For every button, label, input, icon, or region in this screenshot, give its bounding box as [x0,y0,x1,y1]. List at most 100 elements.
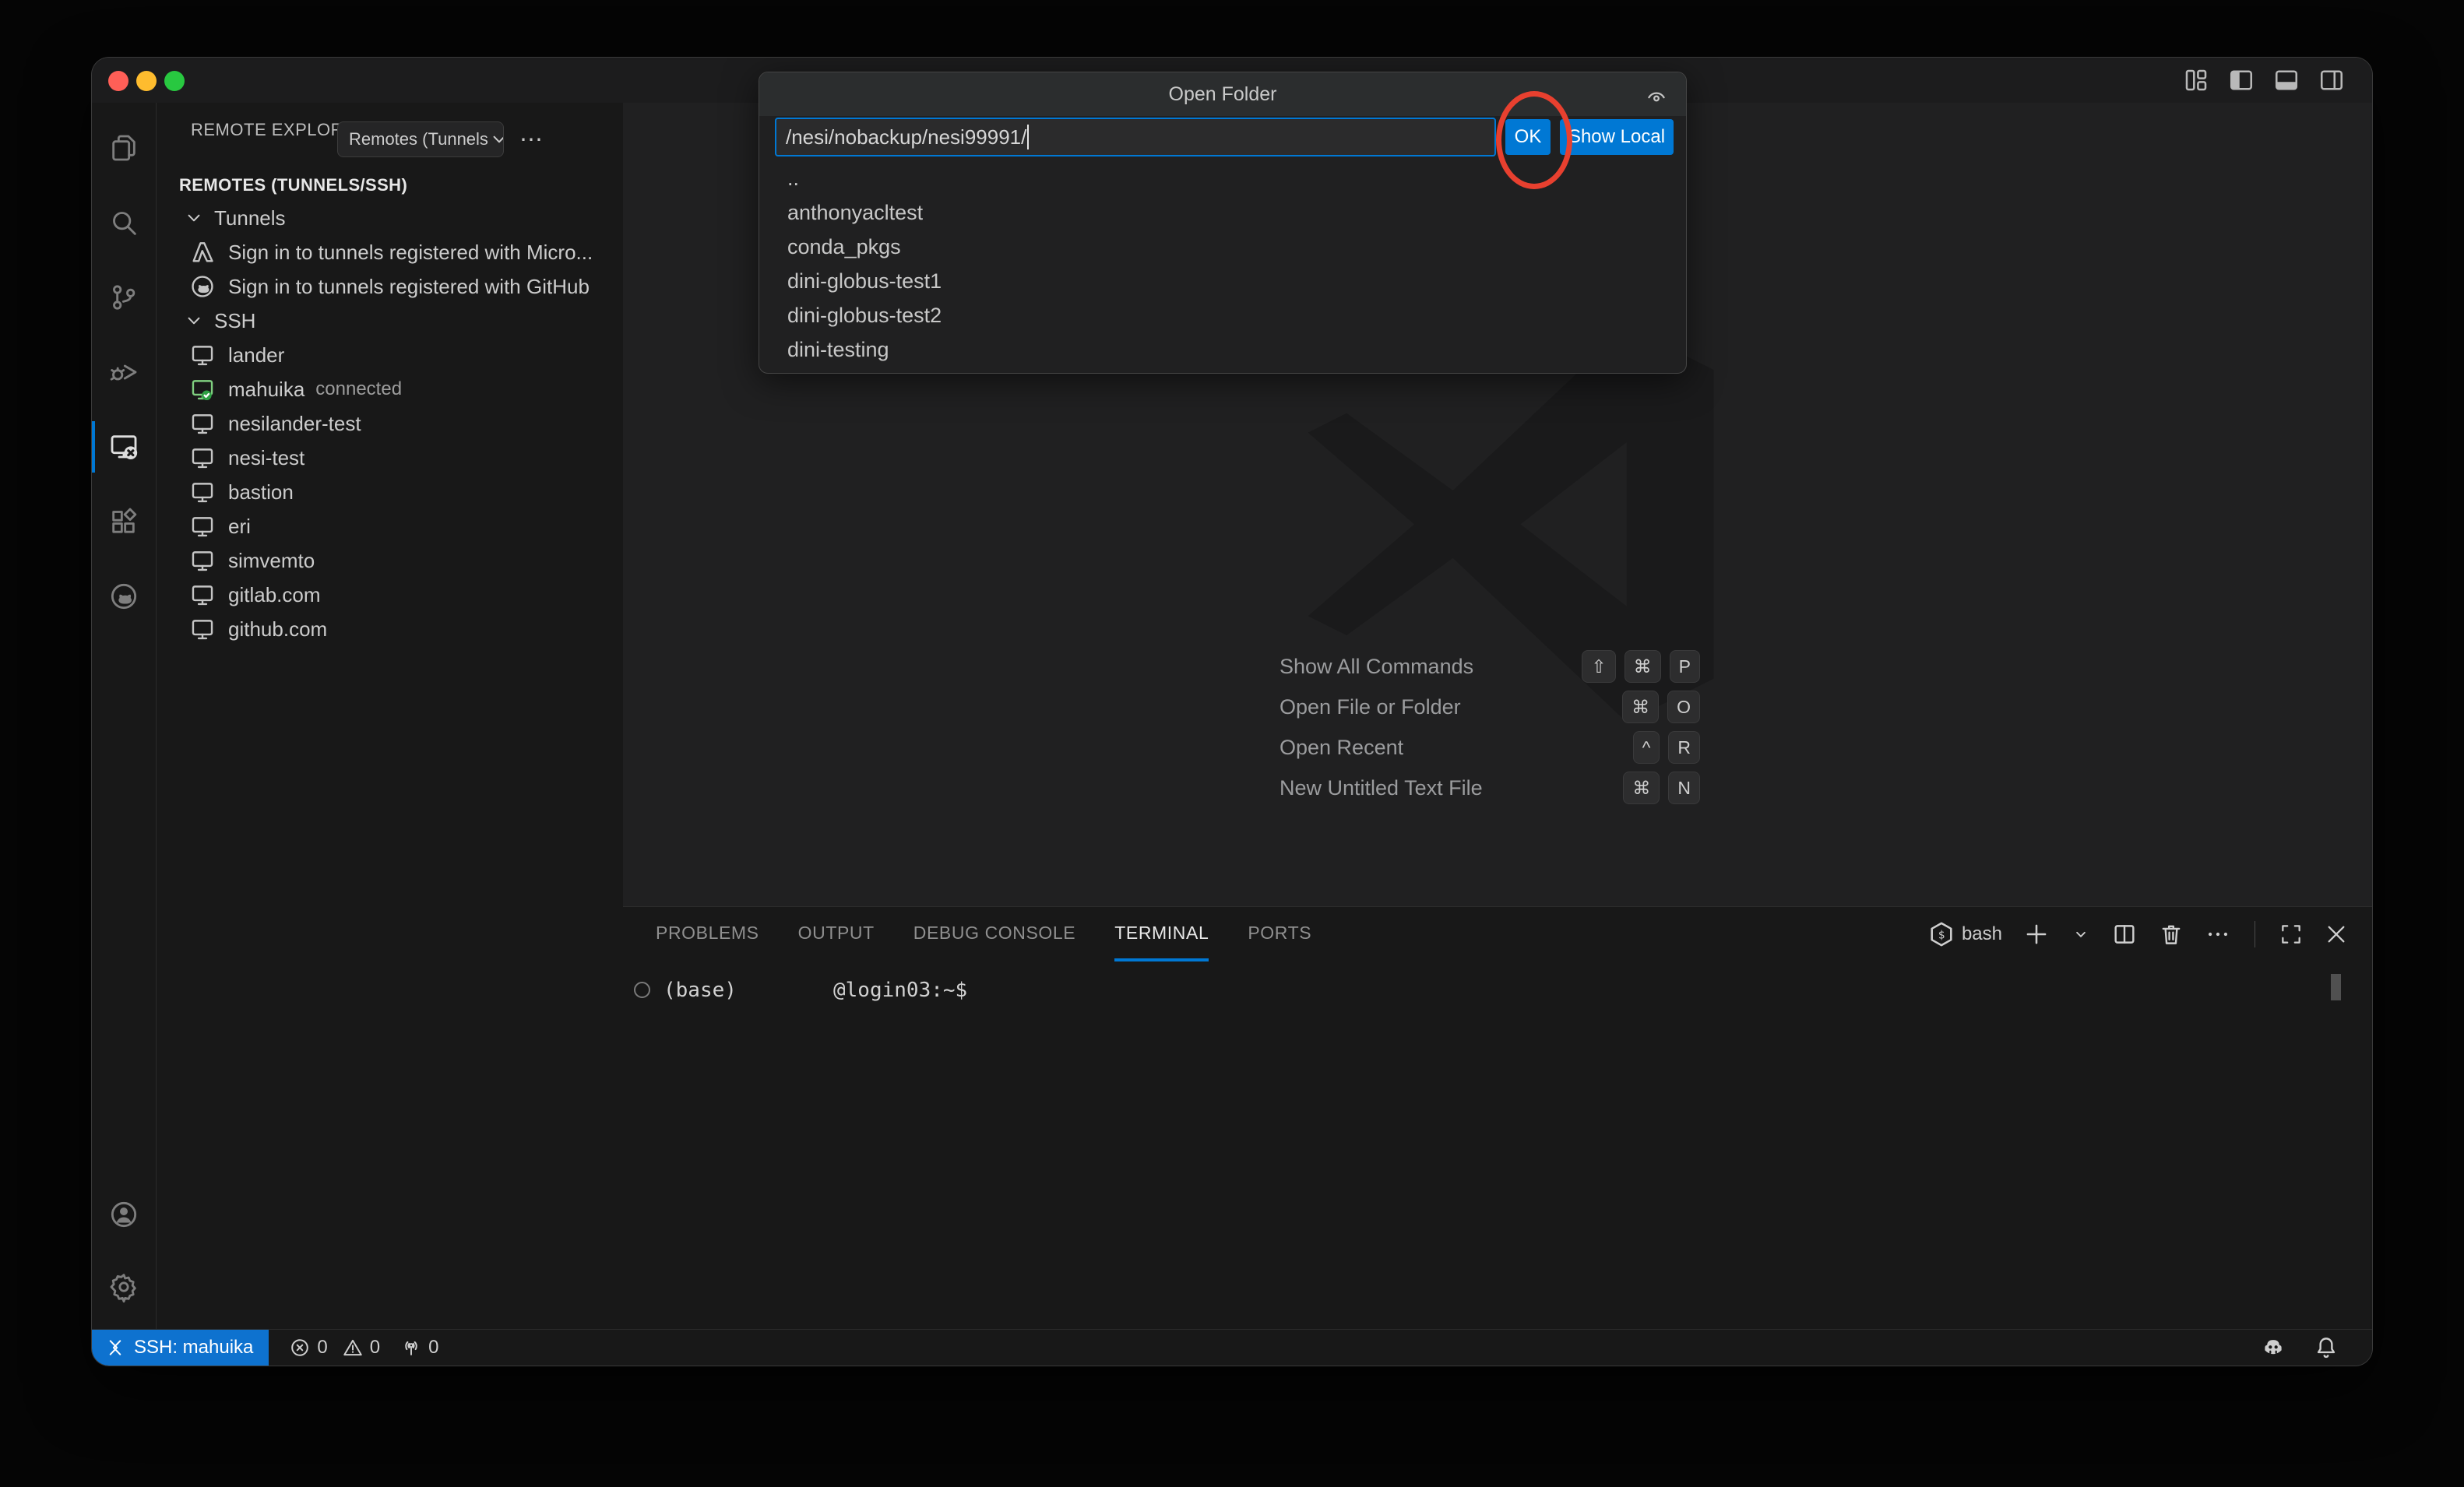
panel-tab-terminal[interactable]: TERMINAL [1114,907,1209,961]
split-terminal-icon[interactable] [2111,921,2138,947]
tree-item-gitlab-com[interactable]: gitlab.com [157,578,623,612]
terminal-instance-item[interactable]: $ bash [1927,920,2002,948]
eye-icon[interactable] [1644,83,1669,108]
error-icon [289,1337,311,1359]
shortcut-label: New Untitled Text File [1280,776,1483,800]
customize-layout-icon[interactable] [2182,66,2210,94]
remote-status-badge[interactable]: SSH: mahuika [92,1330,269,1366]
remote-scope-label: Remotes (Tunnels [349,129,488,149]
monitor-icon [189,445,216,471]
toggle-panel-icon[interactable] [2272,66,2300,94]
bottom-panel: PROBLEMS OUTPUT DEBUG CONSOLE TERMINAL PORTS… [623,906,2372,1330]
shortcut-label: Open Recent [1280,736,1403,760]
minimize-window-button[interactable] [136,71,157,91]
activity-item-remote-explorer[interactable] [92,410,156,484]
tree-item-github-com[interactable]: github.com [157,612,623,646]
extensions-icon [108,506,139,537]
panel-tab-ports[interactable]: PORTS [1248,907,1311,961]
statusbar-right-icons [2260,1334,2372,1361]
close-panel-icon[interactable] [2324,922,2349,947]
panel-tabs: PROBLEMS OUTPUT DEBUG CONSOLE TERMINAL PORTS [656,907,1311,961]
activity-bar [92,103,157,1330]
tree-item-mahuika[interactable]: mahuikaconnected [157,372,623,406]
tree-item-ssh[interactable]: SSH [157,304,623,338]
monitor-icon [189,582,216,608]
tree-item-label: SSH [214,309,255,333]
open-folder-dialog: Open Folder /nesi/nobackup/nesi99991/ OK… [759,72,1687,374]
activity-item-explorer[interactable] [92,111,156,185]
active-indicator [92,421,95,473]
launch-profile-chevron-icon[interactable] [2071,924,2091,944]
tree-item-bastion[interactable]: bastion [157,475,623,509]
zoom-window-button[interactable] [164,71,185,91]
vscode-window: REMOTE EXPLORER Remotes (Tunnels ⋯ REMOT… [92,58,2372,1366]
tree-item-nesilander-test[interactable]: nesilander-test [157,406,623,441]
monitor-icon [189,547,216,574]
folder-suggestion-dini-globus-test1[interactable]: dini-globus-test1 [787,264,1670,298]
github-small-icon [189,273,216,300]
ports-count: 0 [428,1337,438,1359]
activity-item-search[interactable] [92,185,156,260]
folder-path-input[interactable]: /nesi/nobackup/nesi99991/ [775,118,1496,156]
shortcut-row: Show All Commands⇧⌘P [1280,646,1700,687]
tree-item-lander[interactable]: lander [157,338,623,372]
kill-terminal-icon[interactable] [2158,921,2184,947]
sidebar-more-actions-button[interactable]: ⋯ [519,126,544,153]
toggle-primary-sidebar-icon[interactable] [2227,66,2255,94]
keycap: R [1668,731,1700,764]
folder-suggestion-dini-globus-test2[interactable]: dini-globus-test2 [787,298,1670,332]
activity-item-github[interactable] [92,559,156,634]
remote-scope-select[interactable]: Remotes (Tunnels [337,121,504,157]
tree-item-label: eri [228,515,251,539]
remote-explorer-icon [108,431,139,462]
activity-item-settings[interactable] [92,1250,156,1324]
activity-item-extensions[interactable] [92,484,156,559]
shortcut-keys: ^R [1633,731,1700,764]
tree-item-simvemto[interactable]: simvemto [157,543,623,578]
panel-tab-output[interactable]: OUTPUT [798,907,875,961]
tree-item-nesi-test[interactable]: nesi-test [157,441,623,475]
activity-item-accounts[interactable] [92,1177,156,1252]
activity-item-source-control[interactable] [92,260,156,335]
terminal-command-decoration [634,982,650,998]
ports-status[interactable]: 0 [400,1337,438,1359]
tree-item-label: lander [228,343,284,367]
more-actions-icon[interactable] [2205,921,2231,947]
tree-item-sign-in-to-tunnels-registered-with-micro[interactable]: Sign in to tunnels registered with Micro… [157,235,623,269]
error-count: 0 [317,1337,327,1359]
keycap: P [1670,650,1700,683]
account-icon [108,1199,139,1230]
tree-item-label: Sign in to tunnels registered with GitHu… [228,275,590,299]
keycap: ⌘ [1622,691,1659,723]
show-local-button[interactable]: Show Local [1560,119,1674,155]
terminal-scrollbar-thumb[interactable] [2331,974,2341,1000]
debug-icon [108,357,139,388]
shortcut-label: Show All Commands [1280,655,1473,679]
folder-suggestion-conda-pkgs[interactable]: conda_pkgs [787,230,1670,264]
annotation-circle [1496,91,1572,189]
gear-icon [108,1271,139,1302]
tree-item-label: mahuika [228,378,304,402]
copilot-icon[interactable] [2260,1334,2286,1361]
chevron-down-icon [183,207,205,229]
close-window-button[interactable] [108,71,128,91]
activity-item-run-debug[interactable] [92,335,156,410]
problems-status[interactable]: 0 0 [289,1337,380,1359]
panel-tab-debug-console[interactable]: DEBUG CONSOLE [913,907,1075,961]
tree-item-tunnels[interactable]: Tunnels [157,201,623,235]
svg-text:$: $ [1938,929,1945,941]
new-terminal-icon[interactable] [2022,920,2050,948]
tree-item-sign-in-to-tunnels-registered-with-github[interactable]: Sign in to tunnels registered with GitHu… [157,269,623,304]
bell-icon[interactable] [2313,1334,2339,1361]
folder-suggestion-dini-testing[interactable]: dini-testing [787,332,1670,367]
keycap: ^ [1633,731,1660,764]
toggle-secondary-sidebar-icon[interactable] [2318,66,2346,94]
maximize-panel-icon[interactable] [2279,922,2304,947]
shell-label: bash [1962,923,2002,945]
monitor-icon [189,479,216,505]
folder-suggestion-anthonyacltest[interactable]: anthonyacltest [787,195,1670,230]
panel-tab-problems[interactable]: PROBLEMS [656,907,759,961]
keycap: O [1667,691,1700,723]
keycap: ⌘ [1623,772,1660,804]
tree-item-eri[interactable]: eri [157,509,623,543]
